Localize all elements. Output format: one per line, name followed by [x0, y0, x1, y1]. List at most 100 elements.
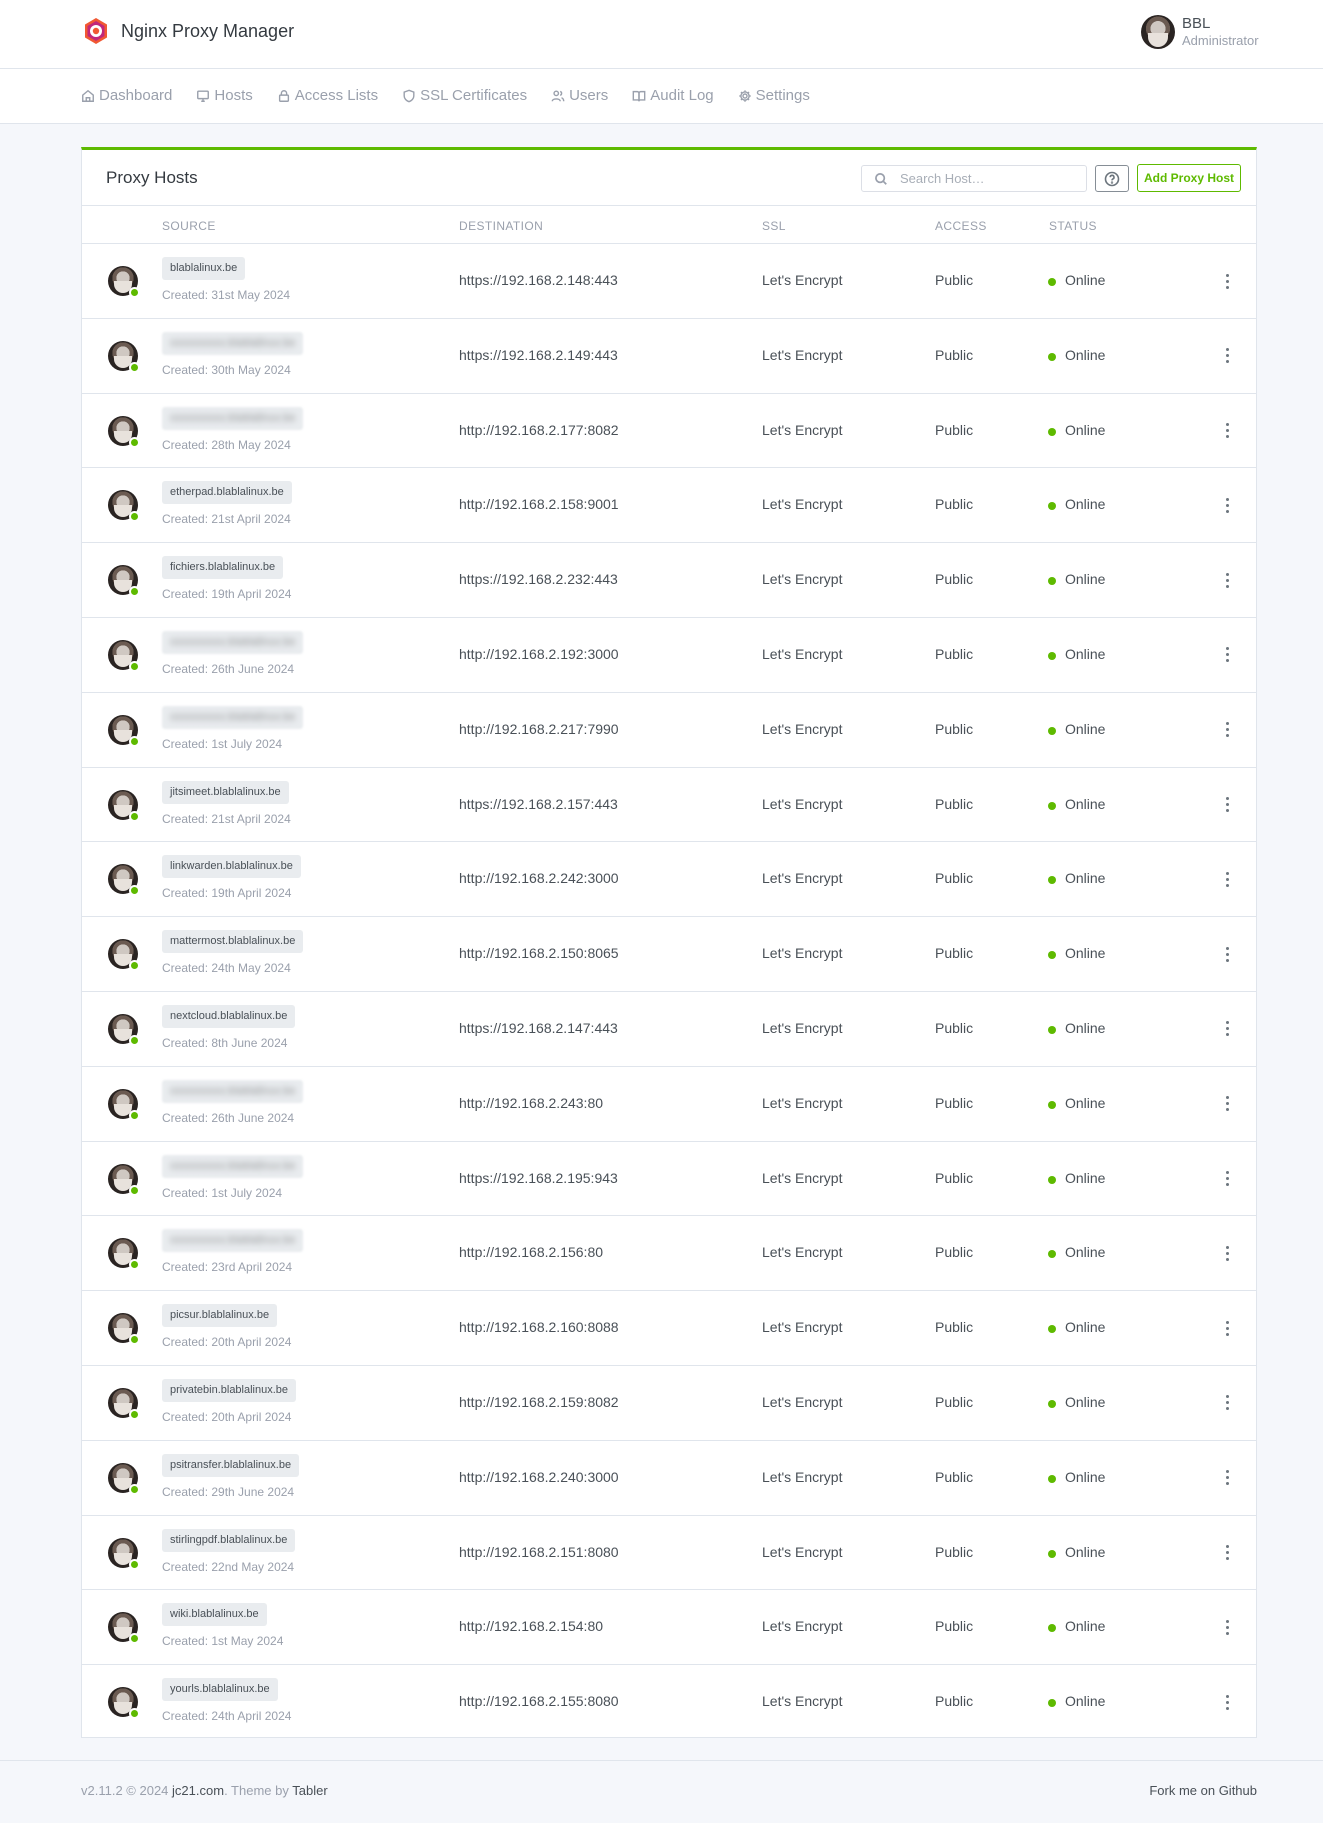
status-text: Online	[1065, 272, 1106, 288]
row-menu-icon[interactable]	[1222, 721, 1232, 739]
created-date: Created: 19th April 2024	[162, 886, 292, 901]
status-text: Online	[1065, 1393, 1106, 1410]
row-menu-icon[interactable]	[1222, 347, 1232, 365]
nav-users[interactable]: Users	[551, 87, 608, 104]
access-level: Public	[935, 421, 974, 438]
owner-avatar	[108, 490, 140, 523]
row-menu-icon[interactable]	[1222, 1394, 1232, 1412]
table-row[interactable]: blablalinux.be Created: 31st May 2024 http…	[82, 244, 1256, 319]
nav-access-lists[interactable]: Access Lists	[277, 87, 378, 104]
table-row[interactable]: xxxxxxxxxx.blablalinux.be Created: 26th J…	[82, 618, 1256, 693]
source-domain-tag[interactable]: xxxxxxxxxx.blablalinux.be	[162, 1079, 304, 1103]
author-link[interactable]: jc21.com	[172, 1783, 224, 1798]
source-domain-tag[interactable]: xxxxxxxxxx.blablalinux.be	[162, 705, 304, 729]
owner-avatar	[108, 266, 140, 298]
row-menu-icon[interactable]	[1222, 496, 1232, 514]
source-domain-tag[interactable]: jitsimeet.blablalinux.be	[162, 780, 289, 804]
created-date: Created: 1st July 2024	[162, 736, 283, 751]
row-menu-icon[interactable]	[1222, 1244, 1232, 1262]
github-link[interactable]: Fork me on Github	[1149, 1783, 1257, 1798]
row-menu-icon[interactable]	[1222, 1693, 1232, 1711]
nav-hosts[interactable]: Hosts	[196, 87, 253, 104]
table-row[interactable]: xxxxxxxxxx.blablalinux.be Created: 30th M…	[82, 319, 1256, 394]
source-domain-tag[interactable]: stirlingpdf.blablalinux.be	[162, 1528, 296, 1552]
tabler-link[interactable]: Tabler	[292, 1783, 327, 1798]
status-text: Online	[1065, 870, 1106, 887]
nav-label: Dashboard	[99, 87, 173, 104]
row-menu-icon[interactable]	[1222, 1544, 1232, 1562]
table-row[interactable]: psitransfer.blablalinux.be Created: 29th …	[82, 1441, 1256, 1516]
source-domain-tag[interactable]: linkwarden.blablalinux.be	[162, 855, 301, 879]
online-indicator	[129, 287, 140, 298]
row-menu-icon[interactable]	[1222, 422, 1232, 440]
created-date: Created: 31st May 2024	[162, 288, 291, 302]
source-domain-tag[interactable]: xxxxxxxxxx.blablalinux.be	[162, 1154, 304, 1178]
column-header-source[interactable]: SOURCE	[162, 219, 216, 233]
table-row[interactable]: mattermost.blablalinux.be Created: 24th M…	[82, 917, 1256, 992]
table-row[interactable]: xxxxxxxxxx.blablalinux.be Created: 23rd A…	[82, 1216, 1256, 1292]
table-row[interactable]: yourls.blablalinux.be Created: 24th April…	[82, 1665, 1256, 1740]
table-row[interactable]: privatebin.blablalinux.be Created: 20th A…	[82, 1366, 1256, 1441]
source-domain-tag[interactable]: picsur.blablalinux.be	[162, 1304, 278, 1328]
table-row[interactable]: picsur.blablalinux.be Created: 20th April…	[82, 1291, 1256, 1366]
status-dot-icon	[1048, 801, 1056, 810]
user-menu[interactable]: BBL Administrator	[1141, 15, 1259, 49]
table-row[interactable]: xxxxxxxxxx.blablalinux.be Created: 26th J…	[82, 1067, 1256, 1142]
help-button[interactable]	[1095, 165, 1129, 192]
row-menu-icon[interactable]	[1222, 272, 1232, 290]
source-domain-tag[interactable]: privatebin.blablalinux.be	[162, 1378, 297, 1402]
source-domain-tag[interactable]: yourls.blablalinux.be	[162, 1678, 278, 1702]
user-name: BBL	[1182, 15, 1211, 32]
table-row[interactable]: xxxxxxxxxx.blablalinux.be Created: 28th M…	[82, 394, 1256, 469]
table-row[interactable]: stirlingpdf.blablalinux.be Created: 22nd …	[82, 1516, 1256, 1591]
table-row[interactable]: fichiers.blablalinux.be Created: 19th Apr…	[82, 543, 1256, 618]
source-domain-tag[interactable]: xxxxxxxxxx.blablalinux.be	[162, 1229, 304, 1253]
table-row[interactable]: nextcloud.blablalinux.be Created: 8th Jun…	[82, 992, 1256, 1067]
table-row[interactable]: etherpad.blablalinux.be Created: 21st Apr…	[82, 468, 1256, 544]
card-header: Proxy Hosts Add Proxy Host	[82, 150, 1256, 206]
row-menu-icon[interactable]	[1222, 646, 1232, 664]
row-menu-icon[interactable]	[1222, 1170, 1232, 1188]
nav-settings[interactable]: Settings	[738, 87, 810, 104]
nav-audit-log[interactable]: Audit Log	[632, 87, 714, 104]
table-row[interactable]: xxxxxxxxxx.blablalinux.be Created: 1st Ju…	[82, 1142, 1256, 1217]
source-domain-tag[interactable]: mattermost.blablalinux.be	[162, 930, 304, 954]
row-menu-icon[interactable]	[1222, 1095, 1232, 1113]
status-text: Online	[1065, 945, 1106, 962]
source-domain-tag[interactable]: nextcloud.blablalinux.be	[162, 1004, 296, 1028]
row-menu-icon[interactable]	[1222, 796, 1232, 814]
row-menu-icon[interactable]	[1222, 1319, 1232, 1337]
row-menu-icon[interactable]	[1222, 1020, 1232, 1038]
source-domain-tag[interactable]: blablalinux.be	[162, 257, 246, 280]
brand[interactable]: Nginx Proxy Manager	[81, 16, 294, 46]
column-header-status[interactable]: STATUS	[1049, 219, 1097, 233]
search-input[interactable]	[900, 171, 1070, 186]
table-row[interactable]: xxxxxxxxxx.blablalinux.be Created: 1st Ju…	[82, 693, 1256, 768]
row-menu-icon[interactable]	[1222, 870, 1232, 888]
source-domain-tag[interactable]: fichiers.blablalinux.be	[162, 556, 284, 580]
owner-avatar	[108, 714, 140, 747]
nav-dashboard[interactable]: Dashboard	[81, 87, 172, 104]
search-box[interactable]	[861, 165, 1087, 192]
destination-url: https://192.168.2.148:443	[459, 272, 618, 288]
nav-ssl-certificates[interactable]: SSL Certificates	[402, 87, 527, 104]
source-domain-tag[interactable]: etherpad.blablalinux.be	[162, 481, 292, 505]
source-domain-tag[interactable]: xxxxxxxxxx.blablalinux.be	[162, 331, 304, 355]
row-menu-icon[interactable]	[1222, 571, 1232, 589]
online-indicator	[129, 660, 140, 672]
add-proxy-host-button[interactable]: Add Proxy Host	[1137, 164, 1241, 192]
table-row[interactable]: wiki.blablalinux.be Created: 1st May 2024…	[82, 1590, 1256, 1666]
row-menu-icon[interactable]	[1222, 1469, 1232, 1487]
source-domain-tag[interactable]: xxxxxxxxxx.blablalinux.be	[162, 406, 304, 430]
column-header-ssl[interactable]: SSL	[762, 219, 786, 233]
column-header-destination[interactable]: DESTINATION	[459, 219, 543, 233]
table-row[interactable]: linkwarden.blablalinux.be Created: 19th A…	[82, 842, 1256, 918]
status-text: Online	[1065, 421, 1106, 438]
source-domain-tag[interactable]: wiki.blablalinux.be	[162, 1603, 267, 1627]
table-row[interactable]: jitsimeet.blablalinux.be Created: 21st Ap…	[82, 768, 1256, 843]
row-menu-icon[interactable]	[1222, 945, 1232, 963]
row-menu-icon[interactable]	[1222, 1618, 1232, 1636]
source-domain-tag[interactable]: psitransfer.blablalinux.be	[162, 1453, 300, 1477]
source-domain-tag[interactable]: xxxxxxxxxx.blablalinux.be	[162, 630, 304, 654]
column-header-access[interactable]: ACCESS	[935, 219, 987, 233]
